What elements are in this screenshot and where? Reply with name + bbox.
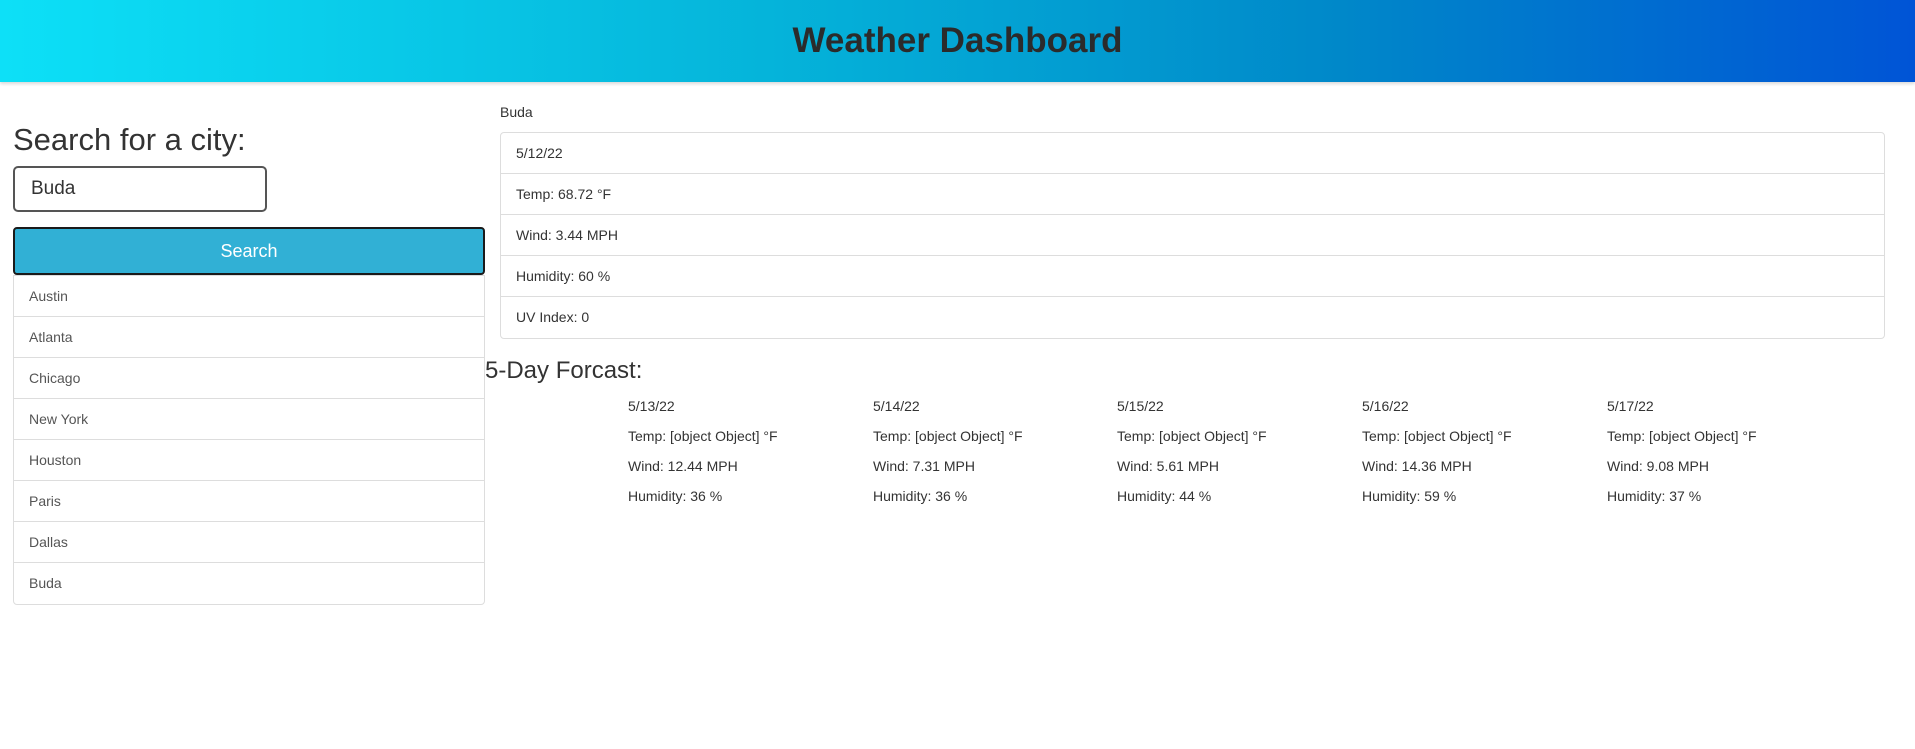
page-header: Weather Dashboard [0, 0, 1915, 82]
current-temp: Temp: 68.72 °F [501, 174, 1884, 215]
forecast-card: 5/13/22 Temp: [object Object] °F Wind: 1… [628, 397, 858, 517]
forecast-humidity: Humidity: 59 % [1362, 488, 1457, 504]
search-heading: Search for a city: [13, 122, 246, 157]
forecast-humidity: Humidity: 44 % [1117, 488, 1212, 504]
forecast-date: 5/17/22 [1607, 398, 1654, 414]
history-item-new-york[interactable]: New York [14, 399, 484, 440]
current-date: 5/12/22 [501, 133, 1884, 174]
forecast-wind: Wind: 9.08 MPH [1607, 458, 1709, 474]
forecast-wind: Wind: 12.44 MPH [628, 458, 738, 474]
city-search-input[interactable] [13, 166, 267, 212]
forecast-wind: Wind: 7.31 MPH [873, 458, 975, 474]
current-city-name: Buda [500, 104, 533, 120]
forecast-temp: Temp: [object Object] °F [628, 428, 778, 444]
current-weather-list: 5/12/22 Temp: 68.72 °F Wind: 3.44 MPH Hu… [500, 132, 1885, 339]
forecast-card: 5/17/22 Temp: [object Object] °F Wind: 9… [1607, 397, 1837, 517]
forecast-wind: Wind: 5.61 MPH [1117, 458, 1219, 474]
forecast-humidity: Humidity: 36 % [628, 488, 723, 504]
history-item-atlanta[interactable]: Atlanta [14, 317, 484, 358]
forecast-humidity: Humidity: 36 % [873, 488, 968, 504]
forecast-date: 5/14/22 [873, 398, 920, 414]
forecast-card: 5/15/22 Temp: [object Object] °F Wind: 5… [1117, 397, 1347, 517]
forecast-wind: Wind: 14.36 MPH [1362, 458, 1472, 474]
history-item-chicago[interactable]: Chicago [14, 358, 484, 399]
history-item-dallas[interactable]: Dallas [14, 522, 484, 563]
search-button[interactable]: Search [13, 227, 485, 275]
current-humidity: Humidity: 60 % [501, 256, 1884, 297]
forecast-date: 5/16/22 [1362, 398, 1409, 414]
history-item-houston[interactable]: Houston [14, 440, 484, 481]
forecast-temp: Temp: [object Object] °F [1607, 428, 1757, 444]
forecast-temp: Temp: [object Object] °F [1117, 428, 1267, 444]
forecast-temp: Temp: [object Object] °F [873, 428, 1023, 444]
forecast-heading: 5-Day Forcast: [485, 357, 643, 384]
search-sidebar: Search for a city: Search Austin Atlanta… [13, 122, 485, 605]
forecast-date: 5/13/22 [628, 398, 675, 414]
history-item-paris[interactable]: Paris [14, 481, 484, 522]
page-title: Weather Dashboard [792, 21, 1123, 60]
forecast-temp: Temp: [object Object] °F [1362, 428, 1512, 444]
history-item-austin[interactable]: Austin [14, 276, 484, 317]
forecast-humidity: Humidity: 37 % [1607, 488, 1702, 504]
forecast-card: 5/16/22 Temp: [object Object] °F Wind: 1… [1362, 397, 1592, 517]
current-uv-index: UV Index: 0 [516, 309, 590, 325]
forecast-card: 5/14/22 Temp: [object Object] °F Wind: 7… [873, 397, 1103, 517]
history-item-buda[interactable]: Buda [14, 563, 484, 604]
search-history-list: Austin Atlanta Chicago New York Houston … [13, 275, 485, 605]
forecast-date: 5/15/22 [1117, 398, 1164, 414]
current-wind: Wind: 3.44 MPH [501, 215, 1884, 256]
